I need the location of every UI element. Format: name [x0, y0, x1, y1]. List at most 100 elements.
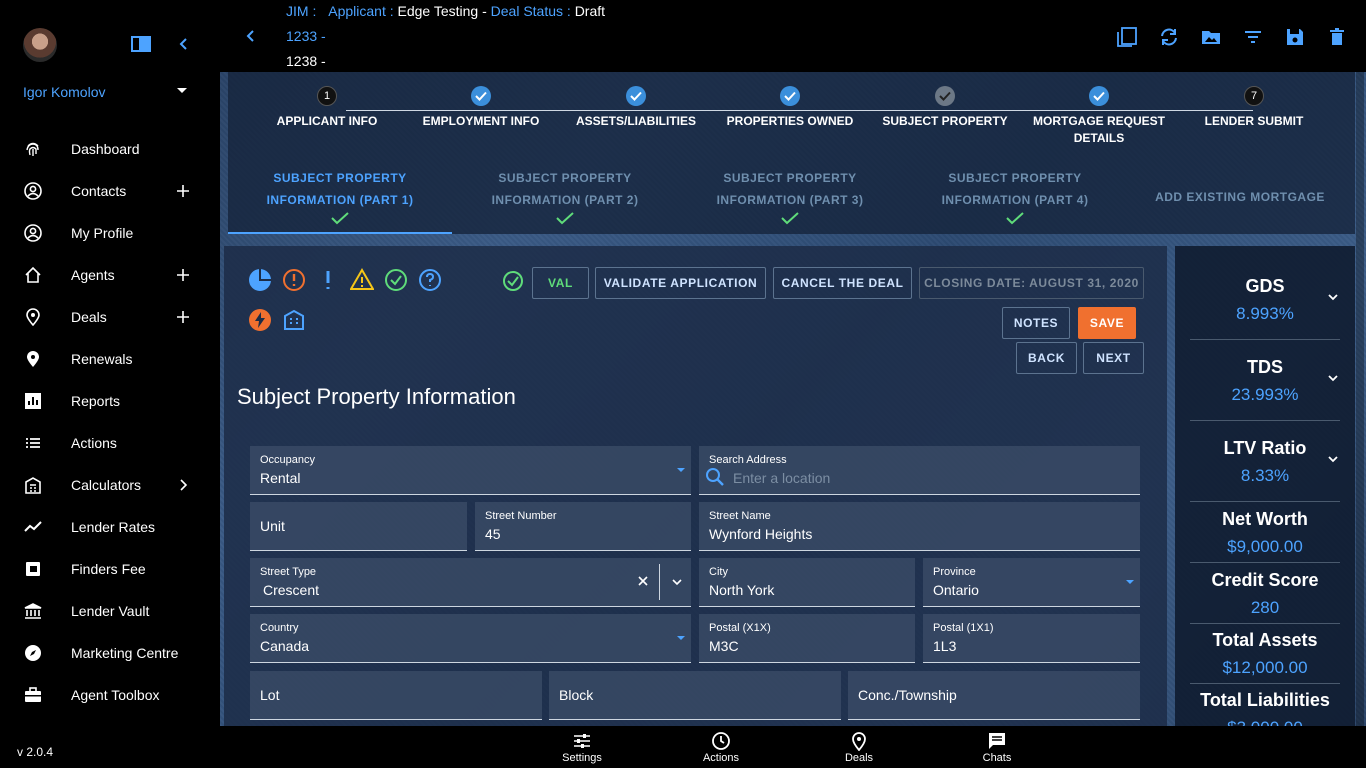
step-assets-liabilities[interactable]: ASSETS/LIABILITIES — [556, 86, 716, 130]
field-label: Unit — [260, 518, 285, 534]
building-icon[interactable] — [282, 308, 306, 332]
occupancy-select[interactable]: Occupancy Rental — [250, 446, 691, 495]
delete-icon[interactable] — [1326, 26, 1348, 48]
sidebar-item-lender-vault[interactable]: Lender Vault — [0, 590, 220, 632]
copy-icon[interactable] — [1116, 26, 1138, 48]
sidebar-item-deals[interactable]: Deals — [0, 296, 220, 338]
chevron-down-icon[interactable] — [1326, 371, 1340, 385]
township-field[interactable]: Conc./Township — [848, 671, 1140, 720]
pie-chart-icon[interactable] — [248, 268, 272, 292]
street-number-field[interactable]: Street Number 45 — [475, 502, 691, 551]
add-deal-plus-icon[interactable] — [175, 309, 191, 325]
bottom-nav-actions[interactable]: Actions — [681, 731, 761, 764]
sidebar-layout-icon[interactable] — [131, 36, 151, 52]
exclamation-icon[interactable] — [316, 268, 340, 292]
metric-label: Total Liabilities — [1200, 690, 1330, 710]
street-type-select[interactable]: Street Type Crescent — [250, 558, 691, 607]
postal-x1x-field[interactable]: Postal (X1X) M3C — [699, 614, 915, 663]
bank-icon — [24, 603, 42, 619]
save-button[interactable]: SAVE — [1078, 307, 1136, 339]
metric-gds[interactable]: GDS 8.993% — [1190, 276, 1340, 324]
sidebar-item-calculators[interactable]: Calculators — [0, 464, 220, 506]
folder-image-icon[interactable] — [1200, 26, 1222, 48]
check-circle-icon — [503, 271, 523, 291]
chevron-down-icon[interactable] — [1326, 452, 1340, 466]
metric-tds[interactable]: TDS 23.993% — [1190, 357, 1340, 405]
country-select[interactable]: Country Canada — [250, 614, 691, 663]
sidebar-item-label: Agent Toolbox — [71, 687, 160, 703]
sidebar-item-reports[interactable]: Reports — [0, 380, 220, 422]
sidebar-item-label: Actions — [71, 435, 117, 451]
street-name-field[interactable]: Street Name Wynford Heights — [699, 502, 1140, 551]
bottom-nav-deals[interactable]: Deals — [819, 731, 899, 764]
province-select[interactable]: Province Ontario — [923, 558, 1140, 607]
metric-ltv-ratio[interactable]: LTV Ratio 8.33% — [1190, 438, 1340, 486]
help-circle-icon[interactable] — [418, 268, 442, 292]
search-address-input[interactable]: Search Address Enter a location — [699, 446, 1140, 495]
step-employment-info[interactable]: EMPLOYMENT INFO — [401, 86, 561, 130]
next-button[interactable]: NEXT — [1083, 342, 1144, 374]
step-lender-submit[interactable]: 7 LENDER SUBMIT — [1174, 86, 1334, 130]
cancel-deal-button[interactable]: CANCEL THE DEAL — [773, 267, 912, 299]
chevron-left-icon[interactable] — [175, 35, 193, 53]
sidebar-item-marketing-centre[interactable]: Marketing Centre — [0, 632, 220, 674]
notes-button[interactable]: NOTES — [1002, 307, 1070, 339]
bottom-nav-settings[interactable]: Settings — [542, 731, 622, 764]
city-field[interactable]: City North York — [699, 558, 915, 607]
sidebar-item-agent-toolbox[interactable]: Agent Toolbox — [0, 674, 220, 716]
deal-id-line-2: 1238 - — [286, 53, 326, 69]
sidebar-item-my-profile[interactable]: My Profile — [0, 212, 220, 254]
lightning-icon[interactable] — [248, 308, 272, 332]
add-contact-plus-icon[interactable] — [175, 183, 191, 199]
save-icon[interactable] — [1284, 26, 1306, 48]
closing-date-button[interactable]: CLOSING DATE: AUGUST 31, 2020 — [919, 267, 1144, 299]
tab-subject-property-part-3[interactable]: SUBJECT PROPERTY INFORMATION (PART 3) — [678, 164, 902, 234]
user-name[interactable]: Igor Komolov — [23, 84, 105, 100]
chevron-left-icon[interactable] — [242, 27, 260, 45]
sidebar: Igor Komolov Dashboard Contacts My Profi… — [0, 0, 220, 768]
main-content: 1 APPLICANT INFO EMPLOYMENT INFO ASSETS/… — [220, 72, 1366, 726]
sidebar-item-lender-rates[interactable]: Lender Rates — [0, 506, 220, 548]
check-circle-icon[interactable] — [384, 268, 408, 292]
refresh-icon[interactable] — [1158, 26, 1180, 48]
bottom-nav-chats[interactable]: Chats — [957, 731, 1037, 764]
tab-subject-property-part-2[interactable]: SUBJECT PROPERTY INFORMATION (PART 2) — [453, 164, 677, 234]
clock-icon — [712, 732, 730, 750]
step-mortgage-request-details[interactable]: MORTGAGE REQUEST DETAILS — [1019, 86, 1179, 147]
sidebar-item-agents[interactable]: Agents — [0, 254, 220, 296]
validate-application-button[interactable]: VALIDATE APPLICATION — [595, 267, 766, 299]
sidebar-item-dashboard[interactable]: Dashboard — [0, 128, 220, 170]
tab-subject-property-part-4[interactable]: SUBJECT PROPERTY INFORMATION (PART 4) — [903, 164, 1127, 234]
filter-icon[interactable] — [1242, 26, 1264, 48]
postal-1x1-field[interactable]: Postal (1X1) 1L3 — [923, 614, 1140, 663]
block-field[interactable]: Block — [549, 671, 841, 720]
step-properties-owned[interactable]: PROPERTIES OWNED — [710, 86, 870, 130]
pin-outline-icon — [852, 732, 866, 751]
chevron-down-icon[interactable] — [1326, 290, 1340, 304]
caret-down-icon — [1126, 580, 1134, 584]
unit-field[interactable]: Unit — [250, 502, 467, 551]
lot-field[interactable]: Lot — [250, 671, 542, 720]
tab-add-existing-mortgage[interactable]: ADD EXISTING MORTGAGE — [1128, 164, 1352, 234]
step-subject-property[interactable]: SUBJECT PROPERTY — [865, 86, 1025, 130]
user-menu-caret-icon[interactable] — [177, 88, 187, 93]
sidebar-item-actions[interactable]: Actions — [0, 422, 220, 464]
back-button[interactable]: BACK — [1016, 342, 1077, 374]
list-icon — [26, 438, 40, 448]
val-button[interactable]: VAL — [532, 267, 589, 299]
sidebar-item-label: Contacts — [71, 183, 127, 199]
chevron-right-icon[interactable] — [175, 477, 191, 493]
tab-subject-property-part-1[interactable]: SUBJECT PROPERTY INFORMATION (PART 1) — [228, 164, 452, 234]
chevron-down-icon[interactable] — [671, 576, 683, 588]
close-icon[interactable] — [637, 575, 649, 587]
sidebar-item-finders-fee[interactable]: Finders Fee — [0, 548, 220, 590]
divider — [1190, 339, 1340, 340]
alert-circle-icon[interactable] — [282, 268, 306, 292]
add-agent-plus-icon[interactable] — [175, 267, 191, 283]
sidebar-item-renewals[interactable]: Renewals — [0, 338, 220, 380]
warning-icon[interactable] — [350, 268, 374, 292]
avatar[interactable] — [23, 28, 57, 62]
sidebar-item-contacts[interactable]: Contacts — [0, 170, 220, 212]
scrollbar[interactable] — [1356, 72, 1364, 726]
step-applicant-info[interactable]: 1 APPLICANT INFO — [247, 86, 407, 130]
